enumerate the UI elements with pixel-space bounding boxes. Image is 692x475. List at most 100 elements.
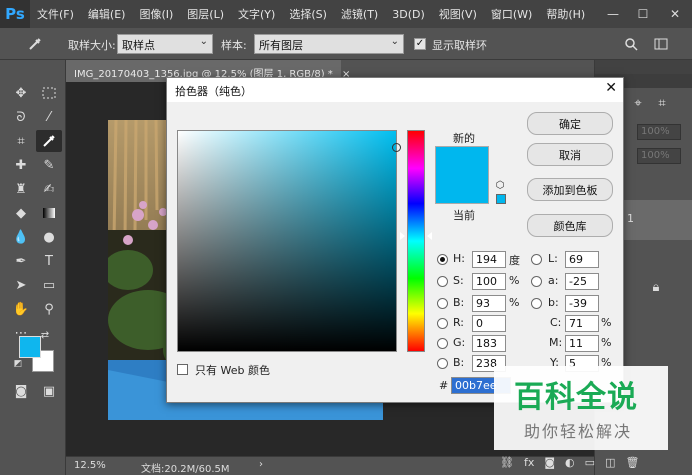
lasso-tool-icon[interactable]: ᘐ — [8, 106, 34, 128]
pen-tool-icon[interactable]: ✒ — [8, 250, 34, 272]
adjustment-icon[interactable]: ◐ — [565, 456, 575, 469]
type-tool-icon[interactable]: T — [36, 250, 62, 272]
menu-layer[interactable]: 图层(L) — [180, 6, 231, 22]
a-label: a: — [548, 274, 559, 287]
dodge-tool-icon[interactable]: ● — [36, 226, 62, 248]
h-field[interactable]: 194 — [472, 251, 506, 268]
close-window-button[interactable]: ✕ — [660, 0, 690, 28]
link-icon[interactable]: ⛓ — [500, 456, 514, 469]
color-picker-cursor[interactable] — [392, 143, 401, 152]
color-picker-dialog: 拾色器（纯色） ✕ 新的 当前 ⬡ 确定 取消 添加到色板 颜色库 H: 194… — [166, 77, 624, 403]
maximize-button[interactable]: ☐ — [628, 0, 658, 28]
s-radio[interactable] — [437, 276, 448, 287]
menu-type[interactable]: 文字(Y) — [231, 6, 282, 22]
history-brush-icon[interactable]: ✍ — [36, 178, 62, 200]
eraser-tool-icon[interactable]: ◆ — [8, 202, 34, 224]
add-to-swatches-button[interactable]: 添加到色板 — [527, 178, 613, 201]
panel-tool-icon[interactable]: ⌖ — [629, 94, 647, 112]
menu-view[interactable]: 视图(V) — [432, 6, 484, 22]
sample-size-select[interactable]: 取样点 ⌄ — [117, 34, 213, 54]
menu-filter[interactable]: 滤镜(T) — [334, 6, 385, 22]
hue-slider[interactable] — [407, 130, 425, 352]
saturation-brightness-field[interactable] — [177, 130, 401, 352]
path-selection-icon[interactable]: ➤ — [8, 274, 34, 296]
m-field[interactable]: 11 — [565, 335, 599, 352]
menu-image[interactable]: 图像(I) — [132, 6, 180, 22]
healing-brush-icon[interactable]: ✚ — [8, 154, 34, 176]
color-libraries-button[interactable]: 颜色库 — [527, 214, 613, 237]
s-field[interactable]: 100 — [472, 273, 506, 290]
rectangle-tool-icon[interactable]: ▭ — [36, 274, 62, 296]
cancel-button[interactable]: 取消 — [527, 143, 613, 166]
h-radio[interactable] — [437, 254, 448, 265]
r-field[interactable]: 0 — [472, 315, 506, 332]
dialog-title: 拾色器（纯色） — [175, 85, 252, 98]
fill-field[interactable]: 100% — [637, 148, 681, 164]
workspace-icon[interactable] — [648, 33, 674, 55]
trash-icon[interactable]: 🗑︎ — [625, 456, 639, 469]
hue-slider-right-arrow[interactable] — [427, 232, 432, 240]
g-field[interactable]: 183 — [472, 335, 506, 352]
s-unit: % — [509, 274, 520, 287]
eyedropper-tool-icon[interactable] — [36, 130, 62, 152]
menu-help[interactable]: 帮助(H) — [539, 6, 592, 22]
menu-file[interactable]: 文件(F) — [30, 6, 81, 22]
web-only-checkbox[interactable] — [177, 364, 188, 375]
l-field[interactable]: 69 — [565, 251, 599, 268]
new-layer-icon[interactable]: ◫ — [605, 456, 615, 469]
zoom-tool-icon[interactable]: ⚲ — [36, 298, 62, 320]
magic-wand-icon[interactable]: ⁄ — [36, 106, 62, 128]
layer-row[interactable]: 1 — [617, 200, 692, 240]
g-label: G: — [453, 336, 466, 349]
a-field[interactable]: -25 — [565, 273, 599, 290]
marquee-tool-icon[interactable] — [36, 82, 62, 104]
hex-label: # — [439, 379, 449, 392]
opacity-field[interactable]: 100% — [637, 124, 681, 140]
menu-edit[interactable]: 编辑(E) — [81, 6, 133, 22]
search-icon[interactable] — [618, 33, 644, 55]
fx-icon[interactable]: fx — [524, 456, 534, 469]
lab-b-field[interactable]: -39 — [565, 295, 599, 312]
dialog-close-button[interactable]: ✕ — [605, 80, 617, 96]
h-label: H: — [453, 252, 465, 265]
brush-tool-icon[interactable]: ✎ — [36, 154, 62, 176]
screen-mode-icon[interactable]: ▣ — [36, 380, 62, 402]
gradient-tool-icon[interactable] — [36, 202, 62, 224]
hand-tool-icon[interactable]: ✋ — [8, 298, 34, 320]
show-ring-checkbox[interactable]: ✓ — [414, 38, 426, 50]
new-color-label: 新的 — [453, 132, 475, 145]
l-radio[interactable] — [531, 254, 542, 265]
menu-bar: Ps 文件(F) 编辑(E) 图像(I) 图层(L) 文字(Y) 选择(S) 滤… — [0, 0, 692, 28]
mask-icon[interactable]: ◙ — [544, 456, 555, 469]
web-safe-swatch[interactable] — [496, 194, 506, 204]
zoom-level[interactable]: 12.5% — [74, 460, 106, 471]
r-radio[interactable] — [437, 318, 448, 329]
c-field[interactable]: 71 — [565, 315, 599, 332]
swap-colors-icon[interactable]: ⇄ — [38, 328, 52, 342]
menu-window[interactable]: 窗口(W) — [484, 6, 539, 22]
b-radio[interactable] — [437, 298, 448, 309]
menu-3d[interactable]: 3D(D) — [385, 8, 432, 21]
g-radio[interactable] — [437, 338, 448, 349]
rgb-b-radio[interactable] — [437, 358, 448, 369]
a-radio[interactable] — [531, 276, 542, 287]
sample-select[interactable]: 所有图层 ⌄ — [254, 34, 404, 54]
eyedropper-preset-icon[interactable] — [22, 33, 48, 55]
cube-icon[interactable]: ⬡ — [493, 178, 507, 192]
ok-button[interactable]: 确定 — [527, 112, 613, 135]
status-arrow-icon[interactable]: › — [259, 459, 263, 470]
minimize-button[interactable]: — — [598, 0, 628, 28]
menu-select[interactable]: 选择(S) — [282, 6, 334, 22]
default-colors-icon[interactable]: ◩ — [12, 358, 24, 370]
hue-slider-left-arrow[interactable] — [400, 232, 405, 240]
b-field[interactable]: 93 — [472, 295, 506, 312]
clone-stamp-icon[interactable]: ♜ — [8, 178, 34, 200]
quick-mask-icon[interactable]: ◙ — [8, 380, 34, 402]
lab-b-radio[interactable] — [531, 298, 542, 309]
crop-tool-icon[interactable]: ⌗ — [8, 130, 34, 152]
folder-icon[interactable]: ▭ — [585, 456, 595, 469]
blur-tool-icon[interactable]: 💧 — [8, 226, 34, 248]
s-label: S: — [453, 274, 464, 287]
panel-crop-icon[interactable]: ⌗ — [653, 94, 671, 112]
move-tool-icon[interactable]: ✥ — [8, 82, 34, 104]
